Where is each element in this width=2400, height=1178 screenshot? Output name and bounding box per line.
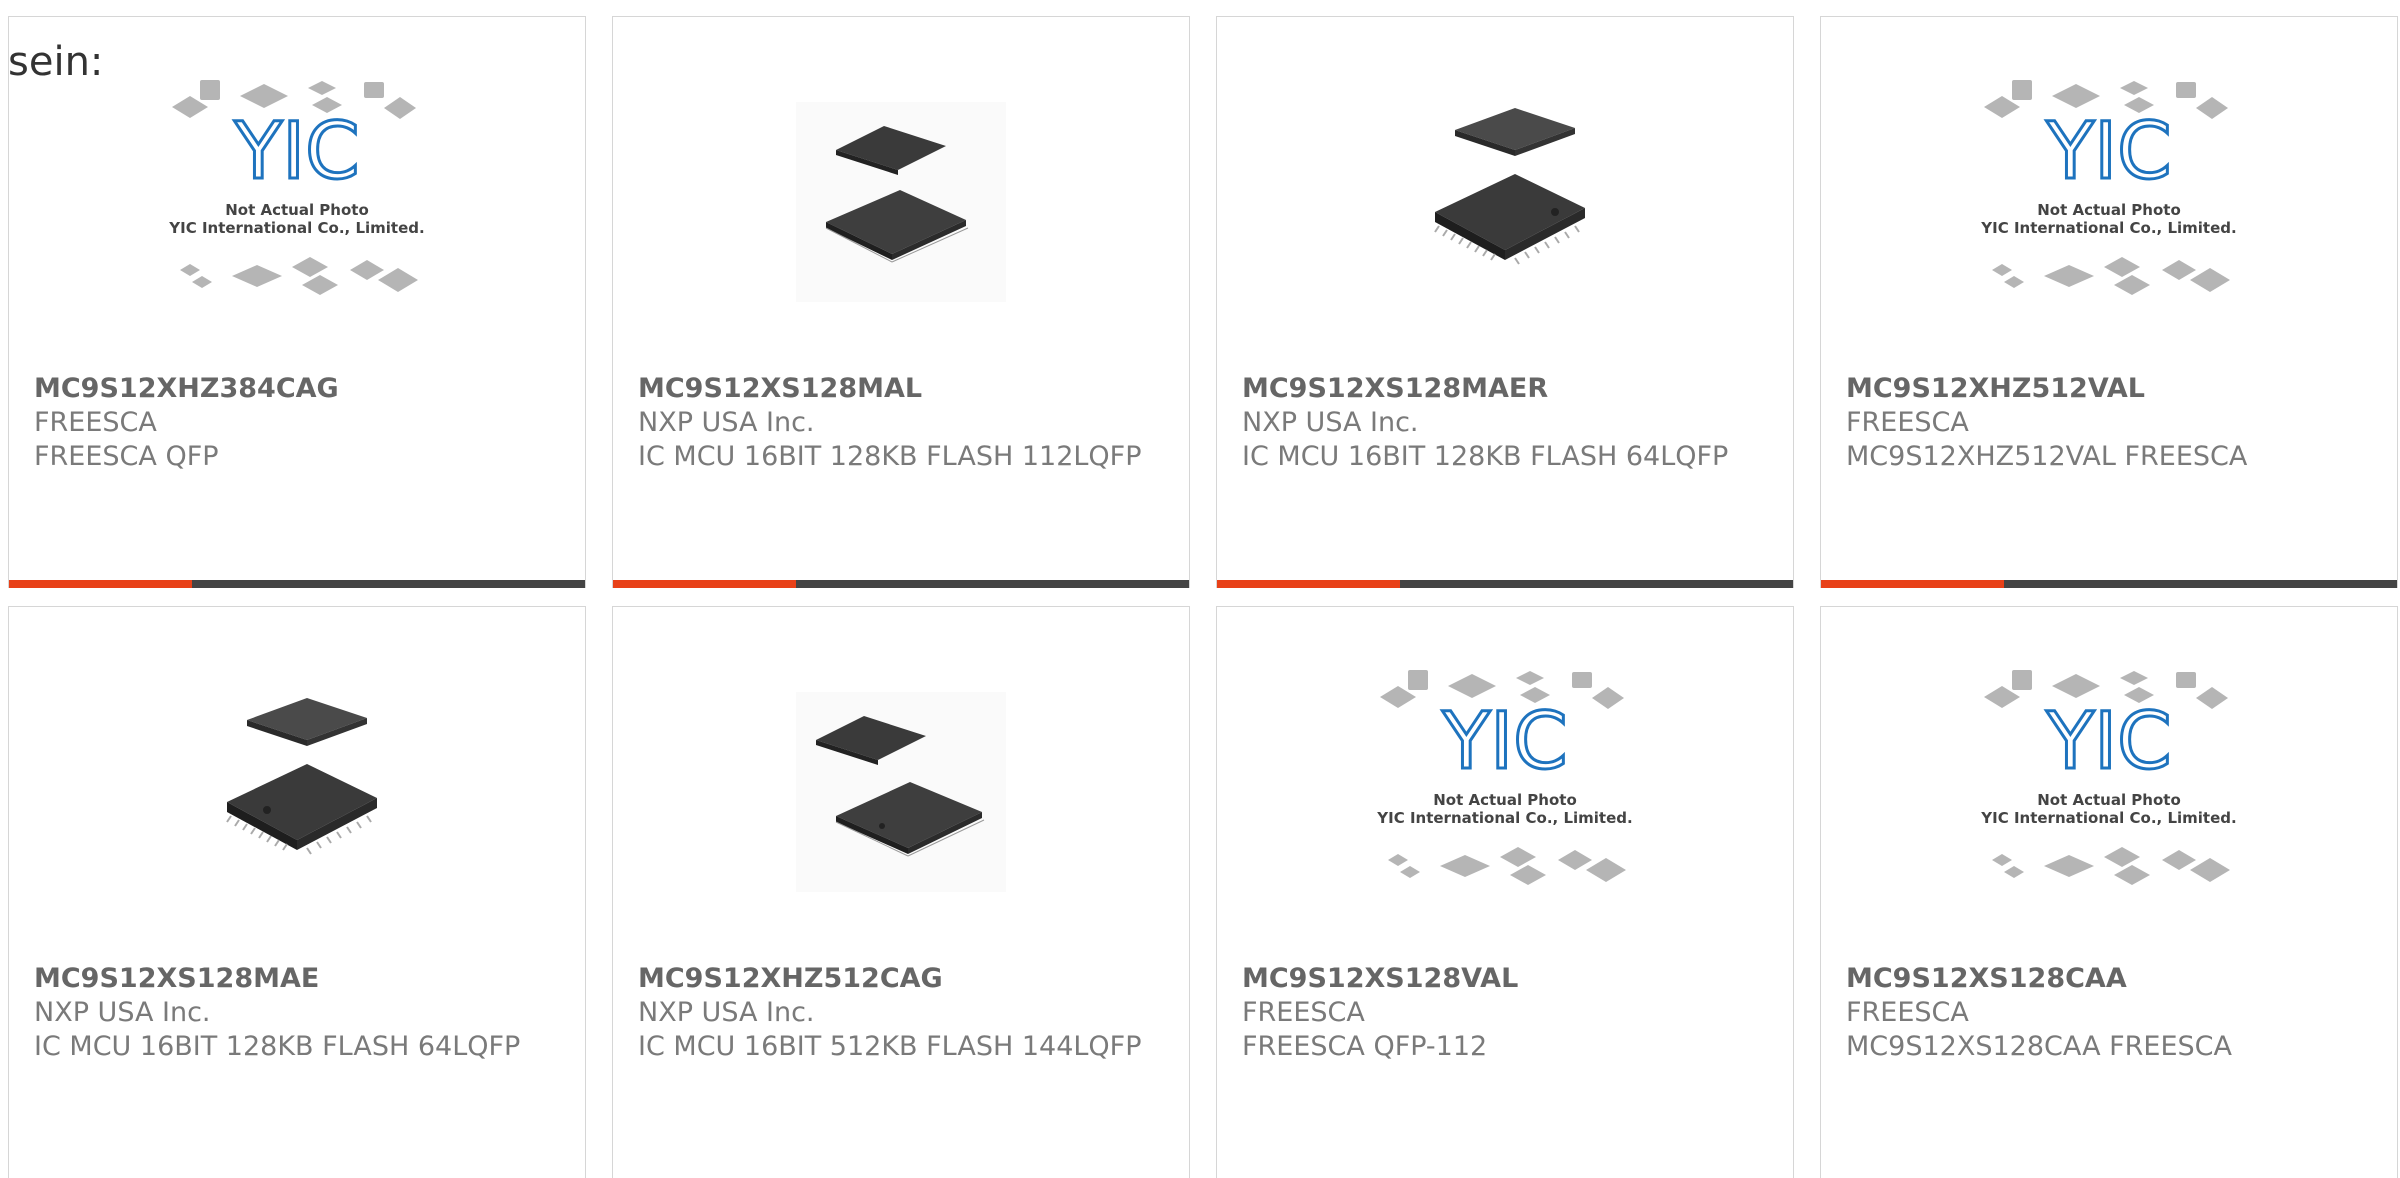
product-info: MC9S12XHZ512VAL FREESCA MC9S12XHZ512VAL … [1846, 372, 2377, 474]
placeholder-caption-2: YIC International Co., Limited. [1980, 219, 2236, 237]
product-info: MC9S12XS128CAA FREESCA MC9S12XS128CAA FR… [1846, 962, 2377, 1064]
placeholder-caption-1: Not Actual Photo [225, 201, 369, 219]
placeholder-caption-2: YIC International Co., Limited. [1980, 809, 2236, 827]
part-number-link[interactable]: MC9S12XHZ512VAL [1846, 372, 2377, 406]
yic-logo-text: YIC [2045, 107, 2171, 197]
part-number-link[interactable]: MC9S12XS128VAL [1242, 962, 1773, 996]
card-accent [1821, 580, 2004, 588]
product-info: MC9S12XS128MAER NXP USA Inc. IC MCU 16BI… [1242, 372, 1773, 474]
description: FREESCA QFP [34, 441, 219, 472]
description: MC9S12XS128CAA FREESCA [1846, 1031, 2232, 1062]
product-info: MC9S12XS128VAL FREESCA FREESCA QFP-112 [1242, 962, 1773, 1064]
placeholder-caption-1: Not Actual Photo [2037, 791, 2181, 809]
card-bottom-bar [1217, 580, 1793, 588]
description: IC MCU 16BIT 128KB FLASH 64LQFP [34, 1031, 521, 1062]
description: IC MCU 16BIT 128KB FLASH 112LQFP [638, 441, 1142, 472]
product-info: MC9S12XHZ512CAG NXP USA Inc. IC MCU 16BI… [638, 962, 1169, 1064]
card-accent [9, 580, 192, 588]
manufacturer: NXP USA Inc. [1242, 407, 1419, 438]
manufacturer: FREESCA [1242, 997, 1365, 1028]
card-bottom-bar [9, 580, 585, 588]
part-number-link[interactable]: MC9S12XHZ384CAG [34, 372, 565, 406]
card-bottom-bar [1821, 580, 2397, 588]
product-card[interactable]: YIC Not Actual Photo YIC International C… [8, 16, 586, 588]
placeholder-image[interactable]: YIC Not Actual Photo YIC International C… [1821, 72, 2397, 372]
part-number-link[interactable]: MC9S12XS128MAE [34, 962, 565, 996]
chip-image[interactable] [613, 662, 1189, 962]
description: IC MCU 16BIT 512KB FLASH 144LQFP [638, 1031, 1142, 1062]
part-number-link[interactable]: MC9S12XS128MAL [638, 372, 1169, 406]
product-info: MC9S12XS128MAE NXP USA Inc. IC MCU 16BIT… [34, 962, 565, 1064]
manufacturer: FREESCA [34, 407, 157, 438]
page-text-fragment: sein: [8, 39, 104, 85]
manufacturer: NXP USA Inc. [638, 407, 815, 438]
manufacturer: FREESCA [1846, 407, 1969, 438]
product-card[interactable]: MC9S12XHZ512CAG NXP USA Inc. IC MCU 16BI… [612, 606, 1190, 1178]
product-info: MC9S12XHZ384CAG FREESCA FREESCA QFP [34, 372, 565, 474]
product-card[interactable]: MC9S12XS128MAER NXP USA Inc. IC MCU 16BI… [1216, 16, 1794, 588]
product-info: MC9S12XS128MAL NXP USA Inc. IC MCU 16BIT… [638, 372, 1169, 474]
product-card[interactable]: YIC Not Actual Photo YIC International C… [1820, 16, 2398, 588]
chip-image[interactable] [1217, 72, 1793, 372]
product-card[interactable]: MC9S12XS128MAE NXP USA Inc. IC MCU 16BIT… [8, 606, 586, 1178]
yic-logo-text: YIC [233, 107, 359, 197]
description: MC9S12XHZ512VAL FREESCA [1846, 441, 2248, 472]
placeholder-caption-1: Not Actual Photo [2037, 201, 2181, 219]
product-card[interactable]: YIC Not Actual Photo YIC International C… [1216, 606, 1794, 1178]
chip-image[interactable] [9, 662, 585, 962]
placeholder-image[interactable]: YIC Not Actual Photo YIC International C… [1821, 662, 2397, 962]
card-bottom-bar [613, 580, 1189, 588]
placeholder-caption-1: Not Actual Photo [1433, 791, 1577, 809]
description: FREESCA QFP-112 [1242, 1031, 1488, 1062]
placeholder-image[interactable]: YIC Not Actual Photo YIC International C… [9, 72, 585, 372]
manufacturer: FREESCA [1846, 997, 1969, 1028]
manufacturer: NXP USA Inc. [638, 997, 815, 1028]
yic-logo-text: YIC [1441, 697, 1567, 787]
part-number-link[interactable]: MC9S12XS128MAER [1242, 372, 1773, 406]
placeholder-caption-2: YIC International Co., Limited. [1376, 809, 1632, 827]
placeholder-caption-2: YIC International Co., Limited. [168, 219, 424, 237]
part-number-link[interactable]: MC9S12XS128CAA [1846, 962, 2377, 996]
placeholder-image[interactable]: YIC Not Actual Photo YIC International C… [1217, 662, 1793, 962]
product-card[interactable]: MC9S12XS128MAL NXP USA Inc. IC MCU 16BIT… [612, 16, 1190, 588]
description: IC MCU 16BIT 128KB FLASH 64LQFP [1242, 441, 1729, 472]
manufacturer: NXP USA Inc. [34, 997, 211, 1028]
chip-image[interactable] [613, 72, 1189, 372]
card-accent [613, 580, 796, 588]
product-card[interactable]: YIC Not Actual Photo YIC International C… [1820, 606, 2398, 1178]
yic-logo-text: YIC [2045, 697, 2171, 787]
card-accent [1217, 580, 1400, 588]
part-number-link[interactable]: MC9S12XHZ512CAG [638, 962, 1169, 996]
